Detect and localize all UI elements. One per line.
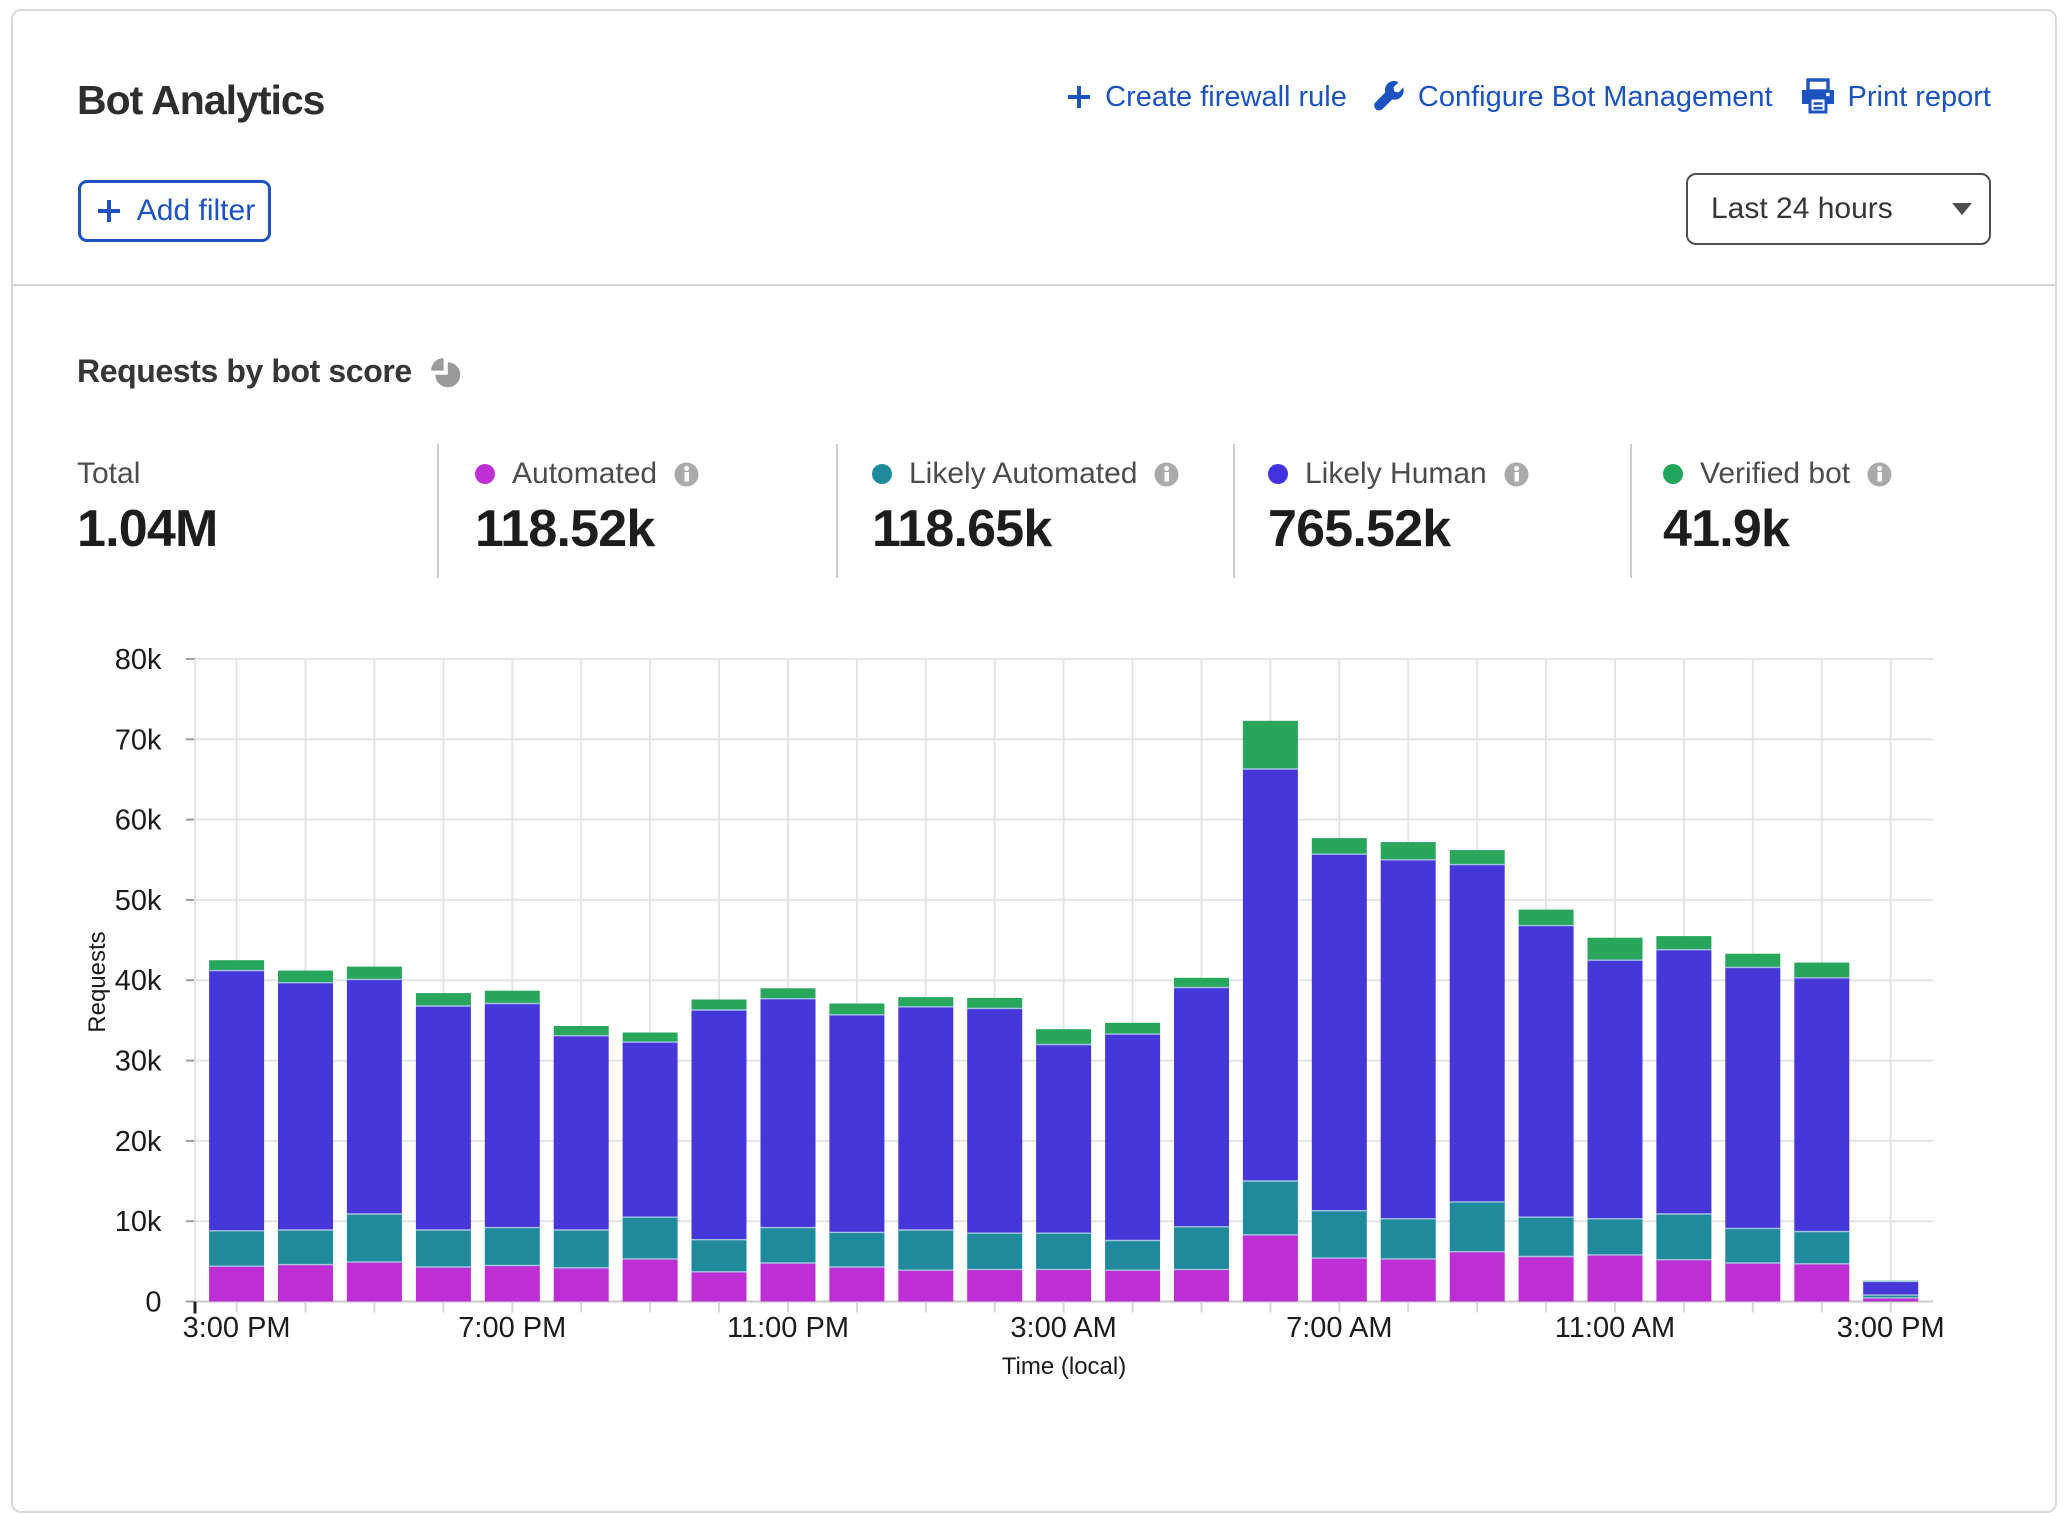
svg-text:3:00 PM: 3:00 PM (183, 1312, 291, 1344)
svg-text:50k: 50k (115, 885, 162, 917)
svg-text:3:00 PM: 3:00 PM (1837, 1312, 1945, 1344)
svg-text:20k: 20k (115, 1126, 162, 1158)
svg-text:0: 0 (145, 1287, 161, 1319)
svg-text:80k: 80k (115, 644, 162, 676)
svg-text:7:00 PM: 7:00 PM (458, 1312, 566, 1344)
svg-text:11:00 AM: 11:00 AM (1555, 1312, 1675, 1344)
svg-text:10k: 10k (115, 1206, 162, 1238)
svg-text:30k: 30k (115, 1046, 162, 1078)
svg-text:Time (local): Time (local) (1002, 1353, 1126, 1380)
svg-text:40k: 40k (115, 965, 162, 997)
svg-text:3:00 AM: 3:00 AM (1010, 1312, 1116, 1344)
svg-text:11:00 PM: 11:00 PM (727, 1312, 849, 1344)
svg-text:60k: 60k (115, 805, 162, 837)
svg-text:Requests: Requests (84, 931, 111, 1032)
svg-text:7:00 AM: 7:00 AM (1286, 1312, 1392, 1344)
svg-text:70k: 70k (115, 724, 162, 756)
